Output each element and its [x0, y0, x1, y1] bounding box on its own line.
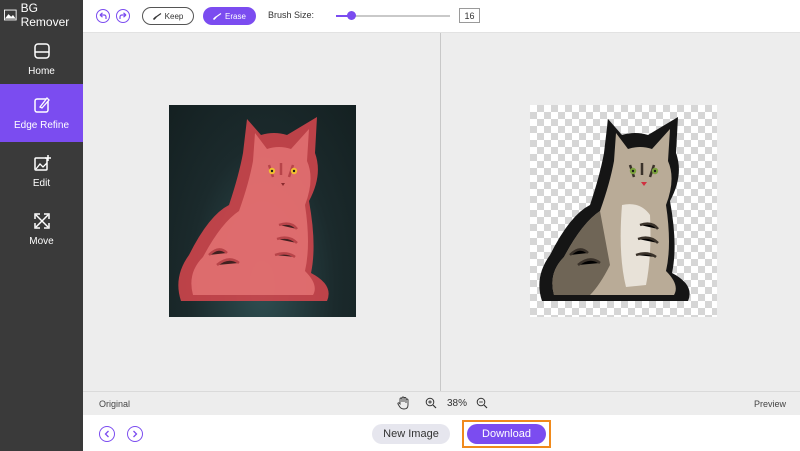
- redo-icon: [119, 12, 127, 19]
- pane-divider: [440, 33, 441, 391]
- download-button[interactable]: Download: [467, 424, 546, 444]
- sidebar-item-label: Move: [29, 235, 54, 247]
- original-label: Original: [99, 399, 131, 409]
- toolbar: Keep Erase Brush Size: 16: [83, 0, 800, 33]
- brush-size-slider[interactable]: [336, 11, 450, 20]
- preview-cat-image: [539, 117, 690, 301]
- sidebar-item-label: Home: [28, 65, 55, 77]
- sidebar-item-label: Edge Refine: [13, 119, 70, 131]
- erase-label: Erase: [225, 11, 246, 21]
- app-title-text: BG Remover: [20, 1, 70, 29]
- chevron-left-icon: [104, 430, 109, 438]
- edge-refine-icon: [33, 96, 50, 113]
- preview-label: Preview: [753, 399, 786, 409]
- move-icon: [33, 212, 50, 229]
- sidebar-item-label: Edit: [32, 177, 51, 189]
- erase-brush-icon: [213, 12, 222, 20]
- app-logo-icon: [4, 9, 17, 21]
- status-bar: Original 38% Preview: [83, 391, 800, 415]
- bottom-bar: New Image Download: [83, 415, 800, 451]
- canvas-workspace: [83, 33, 800, 391]
- zoom-in-icon[interactable]: [425, 397, 437, 409]
- sidebar-item-move[interactable]: Move: [0, 200, 83, 258]
- download-button-highlight: Download: [462, 420, 551, 448]
- brush-size-label: Brush Size:: [268, 10, 315, 20]
- zoom-level: 38%: [447, 398, 468, 409]
- sidebar-item-edit[interactable]: Edit: [0, 142, 83, 200]
- sidebar-item-edge-refine[interactable]: Edge Refine: [0, 84, 83, 142]
- chevron-right-icon: [133, 430, 138, 438]
- home-icon: [33, 42, 50, 59]
- undo-icon: [99, 12, 107, 19]
- previous-button[interactable]: [99, 426, 115, 442]
- keep-button[interactable]: Keep: [142, 7, 194, 25]
- hand-pan-icon[interactable]: [397, 396, 409, 410]
- undo-button[interactable]: [96, 9, 110, 23]
- preview-image[interactable]: [530, 105, 717, 317]
- zoom-out-icon[interactable]: [476, 397, 488, 409]
- sidebar-item-home[interactable]: Home: [0, 30, 83, 88]
- edit-image-icon: [33, 154, 51, 171]
- original-cat-image: [178, 117, 329, 301]
- next-button[interactable]: [127, 426, 143, 442]
- new-image-button[interactable]: New Image: [372, 424, 450, 444]
- redo-button[interactable]: [116, 9, 130, 23]
- brush-size-slider-thumb[interactable]: [346, 11, 356, 20]
- sidebar: BG Remover Home Edge Refine Edit Move: [0, 0, 83, 451]
- keep-brush-icon: [152, 12, 161, 20]
- keep-label: Keep: [164, 11, 184, 21]
- app-title: BG Remover: [0, 0, 83, 30]
- erase-button[interactable]: Erase: [203, 7, 256, 25]
- original-image[interactable]: [169, 105, 356, 317]
- brush-size-input[interactable]: 16: [459, 8, 480, 23]
